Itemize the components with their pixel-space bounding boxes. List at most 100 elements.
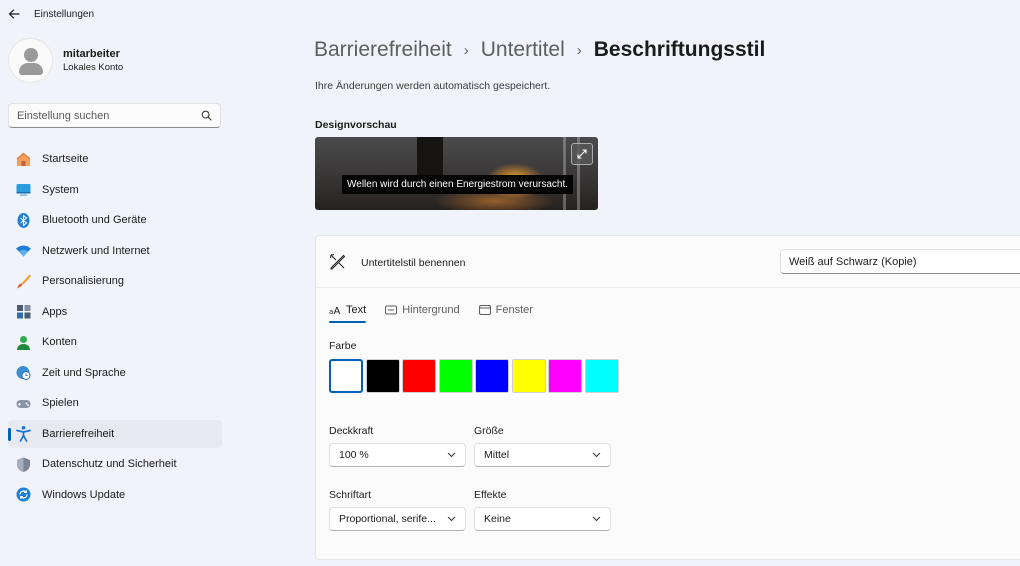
- back-arrow-icon: [8, 9, 20, 19]
- size-label: Größe: [474, 425, 504, 437]
- breadcrumb-item-barrierefreiheit[interactable]: Barrierefreiheit: [314, 38, 452, 62]
- chevron-down-icon: [447, 452, 456, 458]
- color-swatch-black[interactable]: [365, 359, 400, 393]
- chevron-right-icon: ›: [576, 41, 582, 59]
- sidebar-item-label: Konten: [42, 336, 77, 348]
- style-name-input[interactable]: Weiß auf Schwarz (Kopie): [780, 249, 1020, 274]
- expand-icon: [577, 149, 587, 159]
- tab-label: Fenster: [495, 304, 533, 316]
- preview-background: [563, 137, 566, 210]
- style-name-label: Untertitelstil benennen: [361, 257, 466, 269]
- wifi-icon: [15, 242, 32, 259]
- effects-value: Keine: [484, 513, 511, 525]
- style-tabs: aA Text Hintergrund Fenster: [329, 299, 552, 323]
- chevron-down-icon: [447, 516, 456, 522]
- effects-label: Effekte: [474, 489, 507, 501]
- sidebar-item-system[interactable]: System: [8, 176, 222, 204]
- breadcrumb: Barrierefreiheit › Untertitel › Beschrif…: [314, 38, 765, 62]
- sidebar-item-personalisierung[interactable]: Personalisierung: [8, 267, 222, 295]
- sidebar-item-zeit-sprache[interactable]: Zeit und Sprache: [8, 359, 222, 387]
- sidebar-nav: Startseite System Bluetooth und Geräte N…: [8, 145, 222, 511]
- color-swatch-red[interactable]: [402, 359, 436, 393]
- opacity-label: Deckkraft: [329, 425, 374, 437]
- system-icon: [15, 181, 32, 198]
- style-name-row: Untertitelstil benennen Weiß auf Schwarz…: [316, 236, 1020, 288]
- profile-account-type: Lokales Konto: [63, 62, 124, 73]
- search-input[interactable]: Einstellung suchen: [8, 103, 221, 128]
- opacity-dropdown[interactable]: 100 %: [329, 443, 466, 467]
- user-profile[interactable]: mitarbeiter Lokales Konto: [8, 38, 123, 83]
- sidebar-item-label: Datenschutz und Sicherheit: [42, 458, 177, 470]
- effects-dropdown[interactable]: Keine: [474, 507, 611, 531]
- sidebar-item-konten[interactable]: Konten: [8, 328, 222, 356]
- sidebar-item-label: Netzwerk und Internet: [42, 244, 150, 257]
- window-icon: [478, 305, 491, 315]
- title-bar: Einstellungen: [0, 0, 1020, 28]
- shield-icon: [15, 456, 32, 473]
- sidebar-item-label: Spielen: [42, 397, 79, 409]
- sidebar-item-label: Windows Update: [42, 488, 126, 501]
- sidebar-item-label: Barrierefreiheit: [42, 427, 115, 440]
- chevron-down-icon: [592, 452, 601, 458]
- app-title: Einstellungen: [34, 8, 95, 20]
- color-swatches: [329, 359, 621, 393]
- sidebar-item-label: Bluetooth und Geräte: [42, 214, 147, 226]
- font-value: Proportional, serife...: [339, 513, 436, 525]
- sidebar-item-label: Apps: [42, 305, 68, 318]
- chevron-right-icon: ›: [463, 41, 469, 59]
- sidebar-item-apps[interactable]: Apps: [8, 298, 222, 326]
- sidebar-item-datenschutz[interactable]: Datenschutz und Sicherheit: [8, 450, 222, 478]
- color-swatch-cyan[interactable]: [584, 359, 619, 393]
- globe-clock-icon: [15, 364, 32, 381]
- chevron-down-icon: [592, 516, 601, 522]
- sidebar-item-startseite[interactable]: Startseite: [8, 145, 222, 173]
- tab-label: Text: [346, 304, 367, 316]
- update-icon: [15, 486, 32, 503]
- caption-style-card: Untertitelstil benennen Weiß auf Schwarz…: [315, 235, 1020, 560]
- color-swatch-yellow[interactable]: [511, 359, 546, 393]
- svg-text:A: A: [334, 306, 341, 315]
- text-icon: aA: [329, 305, 341, 315]
- sidebar-item-label: Zeit und Sprache: [42, 366, 126, 379]
- color-swatch-blue[interactable]: [475, 359, 509, 393]
- size-value: Mittel: [484, 449, 510, 461]
- color-swatch-magenta[interactable]: [548, 359, 582, 393]
- back-button[interactable]: [0, 0, 28, 28]
- profile-name: mitarbeiter: [63, 48, 120, 60]
- search-icon: [201, 110, 212, 121]
- sidebar-item-spielen[interactable]: Spielen: [8, 389, 222, 417]
- tab-fenster[interactable]: Fenster: [478, 299, 533, 321]
- brush-icon: [15, 273, 32, 290]
- expand-preview-button[interactable]: [571, 143, 593, 165]
- apps-icon: [15, 303, 32, 320]
- sidebar-item-bluetooth[interactable]: Bluetooth und Geräte: [8, 206, 222, 234]
- account-icon: [15, 334, 32, 351]
- tab-text[interactable]: aA Text: [329, 299, 367, 323]
- font-label: Schriftart: [329, 489, 372, 501]
- color-swatch-white[interactable]: [329, 359, 363, 393]
- search-placeholder: Einstellung suchen: [17, 109, 110, 122]
- tab-label: Hintergrund: [402, 304, 460, 316]
- sidebar-item-label: System: [42, 183, 79, 196]
- font-dropdown[interactable]: Proportional, serife...: [329, 507, 466, 531]
- tab-hintergrund[interactable]: Hintergrund: [385, 299, 460, 321]
- sidebar-item-label: Personalisierung: [42, 275, 124, 287]
- color-label: Farbe: [329, 340, 357, 352]
- sidebar-item-label: Startseite: [42, 153, 89, 165]
- background-icon: [385, 305, 398, 315]
- gamepad-icon: [15, 395, 32, 412]
- size-dropdown[interactable]: Mittel: [474, 443, 611, 467]
- sidebar-item-barrierefreiheit[interactable]: Barrierefreiheit: [8, 419, 222, 448]
- page-title: Beschriftungsstil: [593, 38, 766, 61]
- sidebar-item-windows-update[interactable]: Windows Update: [8, 481, 222, 509]
- pen-ruler-icon: [329, 253, 346, 275]
- sidebar-item-netzwerk[interactable]: Netzwerk und Internet: [8, 237, 222, 265]
- home-icon: [15, 151, 32, 168]
- bluetooth-icon: [15, 212, 32, 229]
- caption-preview: Wellen wird durch einen Energiestrom ver…: [315, 137, 598, 210]
- breadcrumb-item-untertitel[interactable]: Untertitel: [481, 38, 565, 62]
- color-swatch-green[interactable]: [438, 359, 473, 393]
- preview-title: Designvorschau: [315, 119, 397, 131]
- avatar: [8, 38, 53, 83]
- accessibility-icon: [15, 425, 32, 442]
